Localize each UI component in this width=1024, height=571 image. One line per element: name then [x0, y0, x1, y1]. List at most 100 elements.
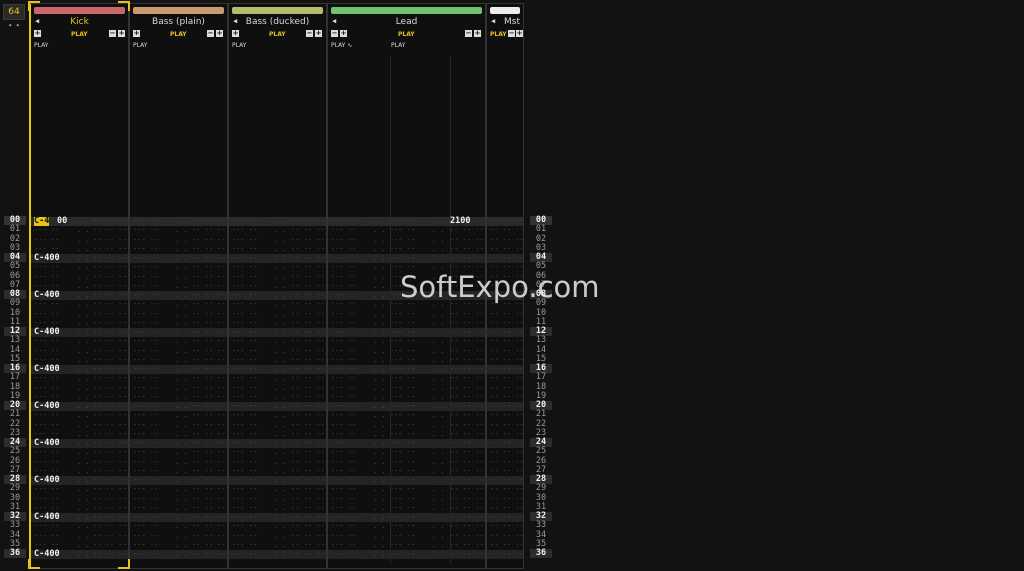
fx-cell-empty[interactable]: -- -- --: [93, 282, 127, 291]
fx-cell-empty[interactable]: . .: [432, 328, 445, 337]
fx-cell-empty[interactable]: . .: [77, 485, 90, 494]
pattern-row[interactable]: C-400 . .-- -- --: [31, 438, 128, 449]
remove-column-button[interactable]: −: [331, 30, 338, 37]
fx-cell-empty[interactable]: -- -- --: [490, 319, 524, 328]
fx-cell-empty[interactable]: . .: [77, 458, 90, 467]
note-cell-empty[interactable]: --- --: [390, 411, 415, 420]
note-cell-empty[interactable]: --- --: [133, 236, 158, 245]
note-cell-cursor[interactable]: C-4: [34, 216, 50, 227]
fx-cell-empty[interactable]: -- -- --: [93, 310, 127, 319]
fx-cell-empty[interactable]: . .: [373, 328, 386, 337]
note-cell-empty[interactable]: --- --: [331, 439, 356, 448]
fx-cell-empty[interactable]: . .: [175, 411, 188, 420]
note-cell-empty[interactable]: --- --: [34, 532, 59, 541]
note-cell-empty[interactable]: --- --: [133, 337, 158, 346]
note-cell-empty[interactable]: --- --: [232, 337, 257, 346]
pattern-row[interactable]: --- -- . . --- -- . . -- -- --: [328, 328, 485, 338]
fx-cell-empty[interactable]: . .: [274, 226, 287, 235]
pattern-row[interactable]: --- --. . -- -- --: [229, 495, 326, 504]
fx-cell-empty[interactable]: . .: [77, 273, 90, 282]
note-cell-empty[interactable]: --- --: [34, 236, 59, 245]
fx-cell-empty[interactable]: . .: [274, 245, 287, 254]
note-cell-empty[interactable]: --- --: [331, 356, 356, 365]
note-cell-empty[interactable]: --- --: [34, 263, 59, 272]
pattern-row[interactable]: --- --. . -- -- --: [130, 513, 227, 523]
note-cell-empty[interactable]: --- --: [34, 485, 59, 494]
note-cell-empty[interactable]: --- --: [34, 310, 59, 319]
pattern-row[interactable]: --- -- . . --- -- . . -- -- --: [328, 458, 485, 467]
note-cell-empty[interactable]: --- --: [331, 217, 356, 226]
fx-cell-empty[interactable]: . .: [373, 439, 386, 448]
pattern-row[interactable]: C-400 . .-- -- --: [31, 512, 128, 523]
note-cell-empty[interactable]: --- --: [133, 291, 158, 300]
fx-cell-empty[interactable]: -- -- --: [490, 411, 524, 420]
note-cell-empty[interactable]: --- --: [390, 254, 415, 263]
note-cell-empty[interactable]: --- --: [331, 365, 356, 374]
fx-cell-empty[interactable]: -- -- --: [93, 421, 127, 430]
fx-cell-empty[interactable]: . .: [432, 458, 445, 467]
pattern-row[interactable]: --- --. . -- -- --: [229, 430, 326, 439]
pattern-row[interactable]: --- --. . -- -- --: [130, 310, 227, 319]
pattern-row[interactable]: -- -- --: [487, 495, 524, 504]
fx-cell-empty[interactable]: . .: [432, 254, 445, 263]
pattern-row[interactable]: --- --. . -- -- --: [130, 356, 227, 365]
fx-cell-empty[interactable]: -- -- --: [192, 430, 226, 439]
fx-cell-empty[interactable]: -- -- --: [291, 282, 325, 291]
note-cell-empty[interactable]: --- --: [390, 402, 415, 411]
pattern-row[interactable]: --- --. . -- -- --: [31, 485, 128, 494]
note-cell-empty[interactable]: --- --: [232, 273, 257, 282]
pattern-rows-bass-ducked[interactable]: --- --. . -- -- -- --- --. . -- -- -- --- --…: [229, 217, 326, 560]
remove-column-button[interactable]: −: [465, 30, 472, 37]
fx-cell-empty[interactable]: . .: [77, 402, 90, 411]
note-cell-empty[interactable]: --- --: [390, 476, 415, 485]
lpp-arrows[interactable]: ◂ ▸: [3, 20, 25, 31]
fx-cell-empty[interactable]: -- -- --: [450, 532, 484, 541]
fx-cell-empty[interactable]: . .: [274, 300, 287, 309]
fx-cell-empty[interactable]: . .: [175, 513, 188, 522]
fx-cell-empty[interactable]: . .: [373, 430, 386, 439]
note-cell-empty[interactable]: --- --: [331, 541, 356, 550]
fx-cell-empty[interactable]: -- -- --: [192, 532, 226, 541]
fx-cell-empty[interactable]: -- -- --: [291, 384, 325, 393]
pattern-row[interactable]: --- -- . . --- -- . . -- -- --: [328, 513, 485, 523]
pattern-row[interactable]: -- -- --: [487, 430, 524, 439]
fx-cell-empty[interactable]: . .: [274, 476, 287, 485]
fx-cell-empty[interactable]: . .: [274, 495, 287, 504]
note-cell-empty[interactable]: --- --: [390, 226, 415, 235]
note-cell-empty[interactable]: --- --: [34, 522, 59, 531]
note-cell-empty[interactable]: --- --: [232, 263, 257, 272]
add-column-button[interactable]: +: [133, 30, 140, 37]
fx-cell-empty[interactable]: . .: [274, 522, 287, 531]
note-cell-empty[interactable]: --- --: [232, 254, 257, 263]
fx-cell-empty[interactable]: . .: [432, 319, 445, 328]
pattern-row[interactable]: --- -- . . --- -- . . -- -- --: [328, 254, 485, 264]
pattern-row[interactable]: --- --. . -- -- --: [31, 347, 128, 356]
fx-cell-empty[interactable]: . .: [432, 467, 445, 476]
fx-cell-empty[interactable]: . .: [432, 411, 445, 420]
note-cell-empty[interactable]: --- --: [133, 532, 158, 541]
fx-cell-empty[interactable]: -- -- --: [291, 300, 325, 309]
fx-cell-empty[interactable]: -- -- --: [291, 217, 325, 226]
fx-cell-empty[interactable]: . .: [274, 337, 287, 346]
pattern-row[interactable]: --- --. . -- -- --: [31, 384, 128, 393]
fx-cell-empty[interactable]: . .: [175, 356, 188, 365]
fx-cell-empty[interactable]: -- -- --: [93, 300, 127, 309]
fx-cell-empty[interactable]: . .: [373, 541, 386, 550]
pattern-row[interactable]: --- --. . -- -- --: [229, 393, 326, 402]
pattern-row[interactable]: -- -- --: [487, 439, 524, 449]
note-cell-empty[interactable]: --- --: [390, 439, 415, 448]
fx-cell-empty[interactable]: -- -- --: [490, 430, 524, 439]
pattern-row[interactable]: --- -- . . --- -- . . -- -- --: [328, 374, 485, 383]
fx-cell-empty[interactable]: . .: [175, 291, 188, 300]
fx-cell-empty[interactable]: -- -- --: [93, 263, 127, 272]
pattern-row[interactable]: --- --. . -- -- --: [130, 319, 227, 328]
fx-cell-empty[interactable]: -- -- --: [291, 310, 325, 319]
fx-cell-empty[interactable]: -- -- --: [93, 430, 127, 439]
note-cell-empty[interactable]: --- --: [390, 458, 415, 467]
pattern-row[interactable]: --- -- . . --- -- . . -- -- --: [328, 532, 485, 541]
fx-cell-empty[interactable]: -- -- --: [93, 439, 127, 448]
fx-cell-empty[interactable]: . .: [175, 374, 188, 383]
value-cell[interactable]: 2100: [450, 216, 470, 226]
fx-cell-empty[interactable]: . .: [373, 300, 386, 309]
fx-cell-empty[interactable]: -- -- --: [93, 273, 127, 282]
